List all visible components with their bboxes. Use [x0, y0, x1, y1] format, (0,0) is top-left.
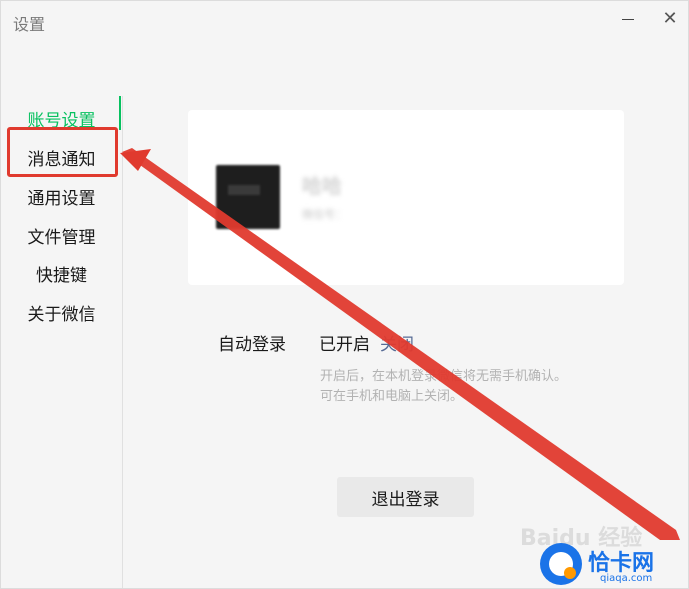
- account-card: 哈哈 微信号：: [188, 110, 624, 285]
- close-icon: ✕: [662, 7, 678, 29]
- auto-login-label: 自动登录: [218, 335, 286, 355]
- avatar-image: [228, 185, 260, 195]
- wechat-id: 微信号：: [302, 208, 346, 221]
- logout-button[interactable]: 退出登录: [337, 477, 474, 517]
- sidebar-item-files[interactable]: 文件管理: [1, 223, 122, 248]
- window-title: 设置: [13, 15, 46, 34]
- annotation-highlight-box: [7, 127, 118, 177]
- close-button[interactable]: ✕: [655, 5, 685, 31]
- minimize-icon: [622, 18, 634, 20]
- brand-logo-icon: [540, 543, 582, 585]
- brand-watermark: 恰卡网 qiaqa.com: [540, 543, 687, 587]
- avatar[interactable]: [216, 165, 280, 229]
- brand-domain: qiaqa.com: [600, 573, 653, 584]
- minimize-button[interactable]: [613, 5, 643, 31]
- auto-login-hint: 开启后，在本机登录微信将无需手机确认。 可在手机和电脑上关闭。: [320, 367, 620, 407]
- nickname: 哈哈: [302, 174, 342, 198]
- auto-login-hint-line1: 开启后，在本机登录微信将无需手机确认。: [320, 369, 568, 384]
- auto-login-status: 已开启: [319, 335, 370, 355]
- sidebar-item-general[interactable]: 通用设置: [1, 184, 122, 209]
- auto-login-disable-link[interactable]: 关闭: [380, 330, 414, 355]
- sidebar-item-about[interactable]: 关于微信: [1, 300, 122, 325]
- sidebar-item-shortcuts[interactable]: 快捷键: [1, 261, 122, 286]
- settings-window: 设置 ✕ 账号设置 消息通知 通用设置 文件管理 快捷键 关于微信 哈哈 微信号…: [0, 0, 689, 589]
- auto-login-hint-line2: 可在手机和电脑上关闭。: [320, 389, 464, 404]
